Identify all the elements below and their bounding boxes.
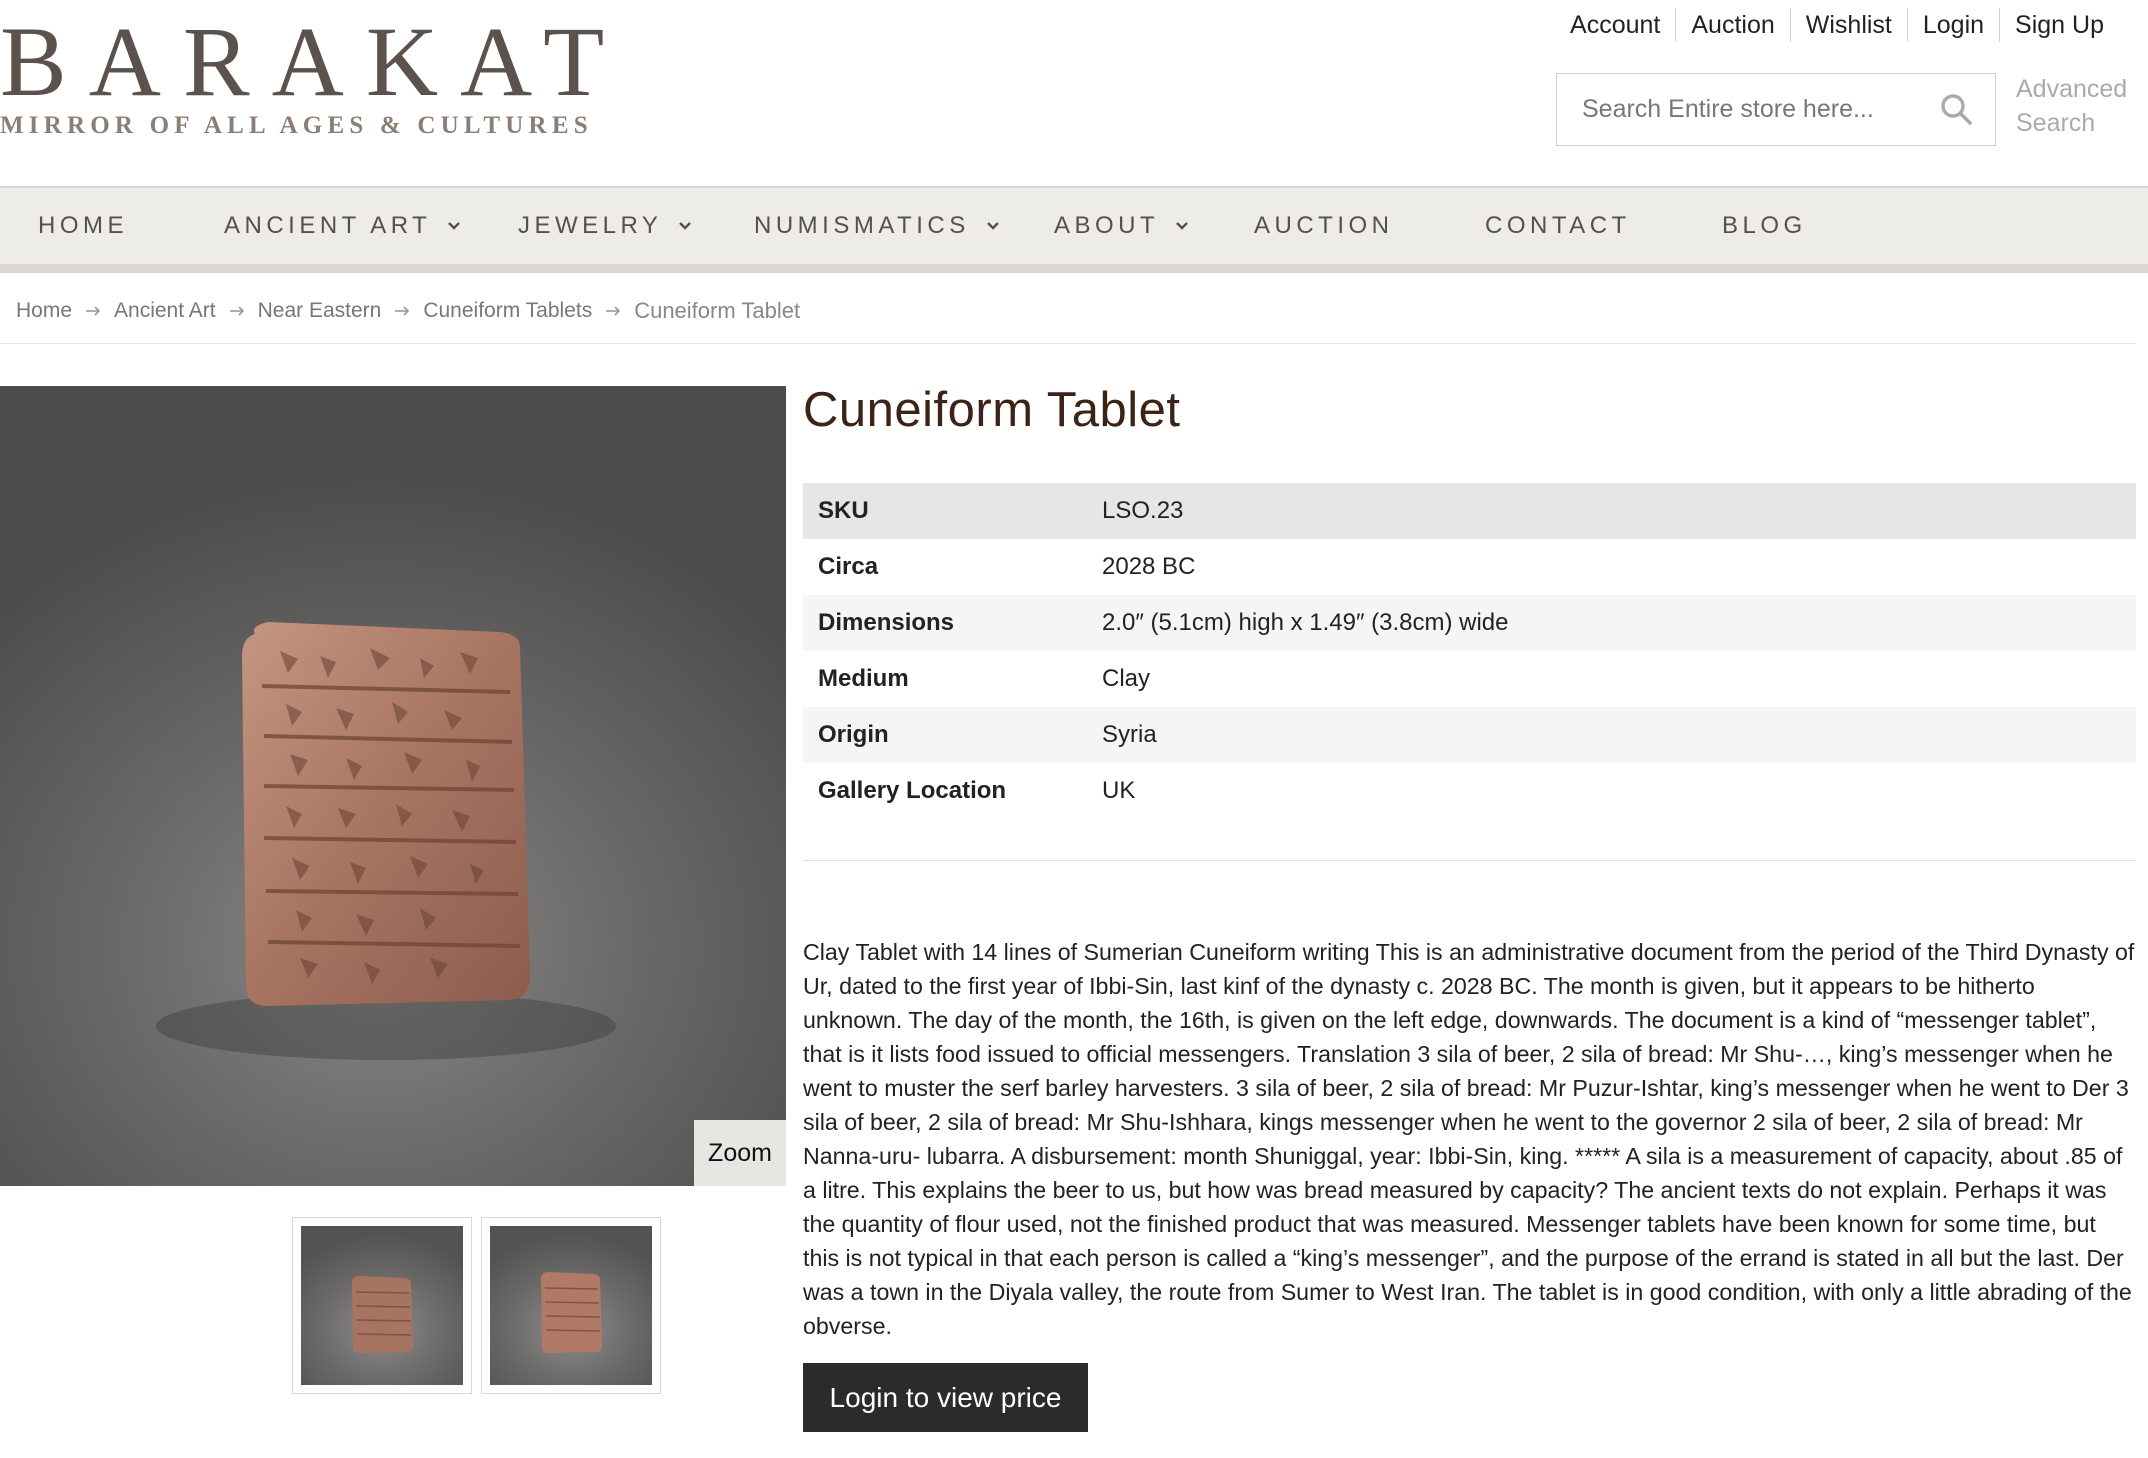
search-box — [1556, 73, 1996, 146]
arrow-right-icon — [395, 306, 410, 316]
chevron-down-icon — [679, 222, 692, 230]
arrow-right-icon — [606, 306, 621, 316]
auction-link[interactable]: Auction — [1675, 8, 1789, 42]
breadcrumb-ancient-art[interactable]: Ancient Art — [114, 299, 216, 323]
spec-value: Syria — [1087, 707, 2136, 763]
zoom-button[interactable]: Zoom — [694, 1120, 786, 1186]
breadcrumb-home[interactable]: Home — [16, 299, 72, 323]
spec-value: Clay — [1102, 665, 1151, 692]
spec-label: Origin — [803, 707, 1087, 763]
nav-numismatics-label: NUMISMATICS — [754, 212, 970, 239]
search-icon[interactable] — [1939, 92, 1973, 126]
chevron-down-icon — [1176, 222, 1189, 230]
brand-logo[interactable]: BARAKAT MIRROR OF ALL AGES & CULTURES — [0, 6, 627, 140]
chevron-down-icon — [448, 222, 461, 230]
spec-label: Circa — [818, 553, 879, 580]
nav-blog-label: BLOG — [1722, 212, 1807, 239]
wishlist-link[interactable]: Wishlist — [1789, 8, 1907, 42]
spec-label: Gallery Location — [818, 777, 1007, 804]
brand-name: BARAKAT — [0, 6, 627, 117]
nav-blog[interactable]: BLOG — [1722, 188, 1807, 264]
nav-contact[interactable]: CONTACT — [1485, 188, 1631, 264]
arrow-right-icon — [86, 306, 101, 316]
nav-auction[interactable]: AUCTION — [1254, 188, 1394, 264]
advanced-search-link[interactable]: Advanced Search — [2016, 72, 2136, 140]
nav-ancient-art[interactable]: ANCIENT ART — [224, 188, 461, 264]
product-description: Clay Tablet with 14 lines of Sumerian Cu… — [803, 939, 2135, 1339]
nav-home-label: HOME — [38, 212, 128, 239]
spec-value: LSO.23 — [1087, 483, 2136, 539]
product-title: Cuneiform Tablet — [803, 383, 1181, 437]
breadcrumb-near-eastern[interactable]: Near Eastern — [258, 299, 382, 323]
breadcrumb-cuneiform-tablets[interactable]: Cuneiform Tablets — [423, 299, 592, 323]
nav-jewelry[interactable]: JEWELRY — [518, 188, 692, 264]
cuneiform-tablet-thumb — [541, 1272, 602, 1353]
main-nav: HOME ANCIENT ART JEWELRY NUMISMATICS ABO… — [0, 186, 2148, 273]
login-link[interactable]: Login — [1906, 8, 1999, 42]
nav-home[interactable]: HOME — [38, 188, 128, 264]
table-row: Dimensions 2.0″ (5.1cm) high x 1.49″ (3.… — [803, 595, 2136, 651]
arrow-right-icon — [229, 306, 244, 316]
table-row: Gallery Location UK — [803, 763, 2136, 819]
table-row: SKU LSO.23 — [803, 483, 2136, 539]
nav-ancient-art-label: ANCIENT ART — [224, 212, 432, 239]
thumbnail-image — [490, 1226, 652, 1385]
account-link[interactable]: Account — [1555, 8, 1675, 42]
spec-label: Dimensions — [803, 595, 1087, 651]
spec-value: UK — [1102, 777, 1136, 804]
nav-auction-label: AUCTION — [1254, 212, 1394, 239]
brand-tagline: MIRROR OF ALL AGES & CULTURES — [0, 112, 593, 139]
spec-value: 2.0″ (5.1cm) high x 1.49″ (3.8cm) wide — [1087, 595, 2136, 651]
signup-link[interactable]: Sign Up — [1999, 8, 2104, 42]
nav-numismatics[interactable]: NUMISMATICS — [754, 188, 1000, 264]
nav-about-label: ABOUT — [1054, 212, 1160, 239]
product-thumbnail[interactable] — [292, 1217, 472, 1394]
cuneiform-tablet-thumb — [352, 1276, 413, 1353]
breadcrumb: Home Ancient Art Near Eastern Cuneiform … — [16, 298, 800, 324]
breadcrumb-current: Cuneiform Tablet — [634, 298, 801, 323]
nav-contact-label: CONTACT — [1485, 212, 1631, 239]
thumbnail-image — [301, 1226, 463, 1385]
spec-label: SKU — [803, 483, 1087, 539]
nav-about[interactable]: ABOUT — [1054, 188, 1189, 264]
table-row: Medium Clay — [803, 651, 2136, 707]
nav-jewelry-label: JEWELRY — [518, 212, 663, 239]
specs-divider — [803, 860, 2136, 861]
product-main-image[interactable] — [0, 386, 786, 1186]
account-links: Account Auction Wishlist Login Sign Up — [1555, 8, 2104, 42]
product-thumbnail[interactable] — [481, 1217, 661, 1394]
search-input[interactable] — [1557, 95, 1927, 124]
cuneiform-tablet-photo — [156, 622, 616, 1060]
spec-value: 2028 BC — [1102, 553, 1196, 580]
table-row: Origin Syria — [803, 707, 2136, 763]
chevron-down-icon — [986, 222, 999, 230]
product-specs-table: SKU LSO.23 Circa 2028 BC Dimensions 2.0″… — [803, 483, 2136, 819]
breadcrumb-divider — [0, 343, 2136, 344]
table-row: Circa 2028 BC — [803, 539, 2136, 595]
login-to-view-price-button[interactable]: Login to view price — [803, 1363, 1088, 1432]
spec-label: Medium — [818, 665, 909, 692]
